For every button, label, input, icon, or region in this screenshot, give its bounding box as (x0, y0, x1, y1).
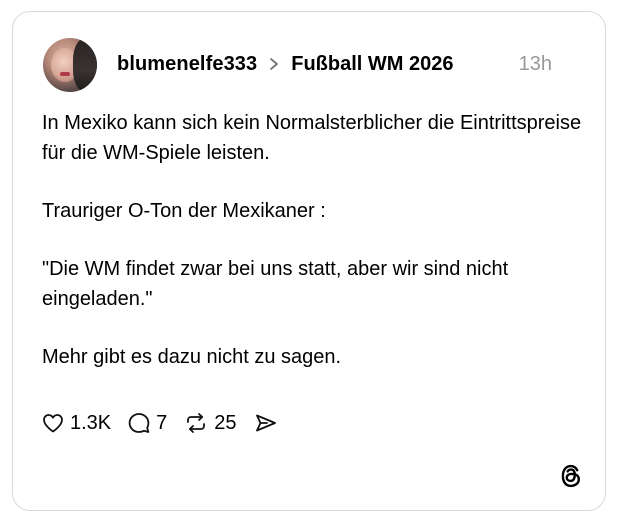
threads-logo-icon[interactable] (559, 463, 583, 489)
repost-count: 25 (214, 411, 237, 434)
heart-icon (43, 414, 63, 433)
post-card[interactable]: blumenelfe333 Fußball WM 2026 13h In Mex… (12, 11, 606, 511)
post-paragraph: Trauriger O-Ton der Mexikaner : (42, 200, 326, 222)
post-paragraph: "Die WM findet zwar bei uns statt, aber … (42, 258, 509, 310)
username-link[interactable]: blumenelfe333 (117, 53, 257, 76)
share-button[interactable] (253, 411, 279, 435)
chevron-right-icon (270, 58, 279, 70)
post-actions: 1.3K 7 25 (41, 408, 295, 438)
repost-button[interactable]: 25 (183, 411, 237, 435)
post-timestamp[interactable]: 13h (519, 50, 552, 78)
post-body: In Mexiko kann sich kein Normalsterblich… (42, 108, 582, 400)
reply-button[interactable]: 7 (127, 411, 167, 435)
post-paragraph: Mehr gibt es dazu nicht zu sagen. (42, 346, 342, 368)
send-icon (255, 414, 276, 432)
like-button[interactable]: 1.3K (41, 411, 111, 435)
avatar[interactable] (43, 38, 97, 92)
repost-icon (187, 413, 206, 433)
post-header: blumenelfe333 Fußball WM 2026 (117, 50, 565, 78)
avatar-hair (73, 38, 97, 92)
like-count: 1.3K (70, 411, 112, 434)
comment-bubble-icon (128, 413, 150, 433)
topic-link[interactable]: Fußball WM 2026 (291, 53, 453, 76)
avatar-lips (60, 72, 70, 76)
post-paragraph: In Mexiko kann sich kein Normalsterblich… (42, 112, 582, 164)
reply-count: 7 (156, 411, 168, 434)
